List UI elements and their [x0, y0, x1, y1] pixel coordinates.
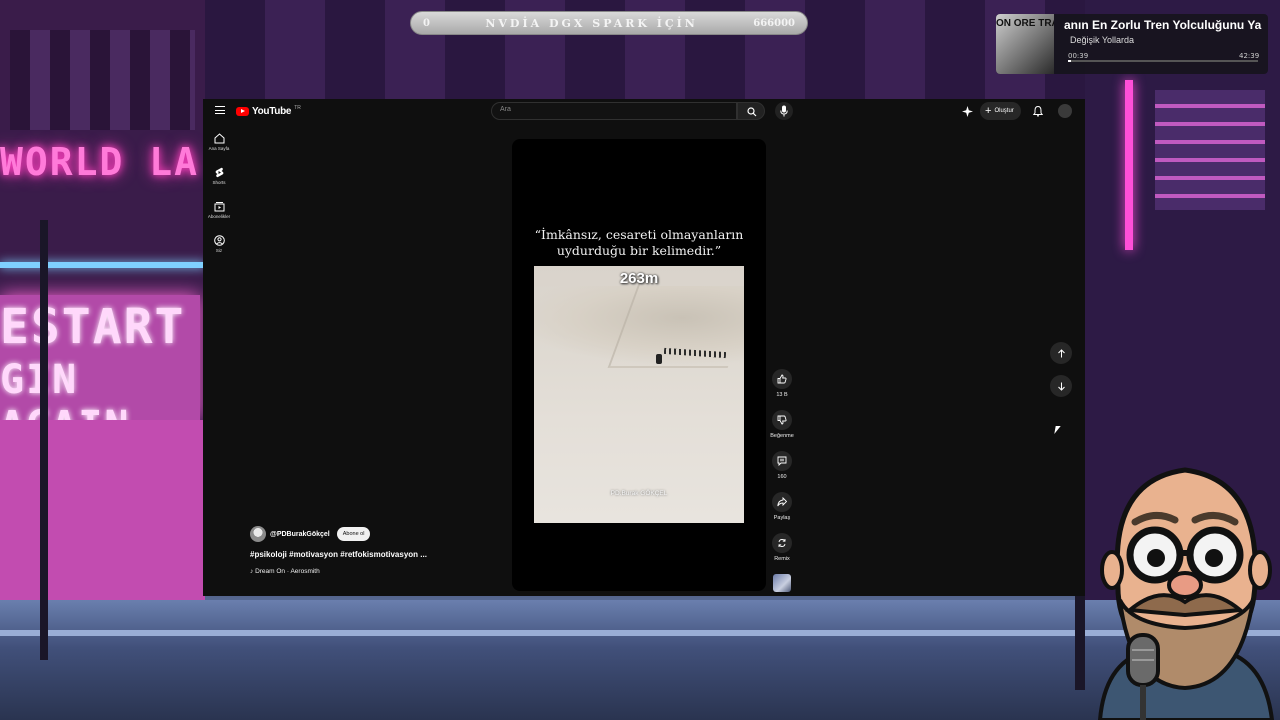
share-icon — [777, 497, 787, 507]
street-rail — [0, 630, 1280, 636]
song-title: anın En Zorlu Tren Yolculuğunu Ya — [1064, 18, 1262, 32]
progress-fill — [1068, 60, 1071, 62]
street-lamp — [40, 220, 48, 660]
audio-thumbnail-action[interactable] — [767, 574, 797, 592]
account-avatar[interactable] — [1058, 104, 1072, 118]
guide-sidebar: Ana Sayfa Shorts Abonelikler Siz — [203, 129, 235, 265]
remix-button[interactable] — [772, 533, 792, 553]
previous-short-button[interactable] — [1050, 342, 1072, 364]
streamer-avatar — [1097, 467, 1275, 720]
goal-title: NVDİA DGX SPARK İÇİN — [485, 16, 698, 30]
album-art: ON ORE TRA — [996, 14, 1054, 74]
ai-sparkle-icon[interactable] — [962, 106, 973, 117]
music-track: Dream On · Aerosmith — [255, 568, 320, 575]
album-art-text: ON ORE TRA — [996, 18, 1054, 29]
stream-goal-bar: 0 NVDİA DGX SPARK İÇİN 666000 — [410, 11, 808, 35]
share-action[interactable]: Paylaş — [767, 492, 797, 521]
guide-item-you[interactable]: Siz — [203, 231, 235, 265]
subscriptions-icon — [214, 202, 224, 212]
search-input[interactable]: Ara — [500, 106, 511, 113]
goal-current: 0 — [423, 17, 430, 29]
progress-bar — [1068, 60, 1258, 62]
street — [0, 600, 1280, 720]
masthead: YouTube TR Ara + Oluştur — [203, 99, 1085, 125]
ski-jump-clip: 263m PD.Burak GÖKÇEL — [534, 266, 744, 523]
share-button[interactable] — [772, 492, 792, 512]
building-windows — [10, 30, 195, 130]
mic-icon — [780, 105, 788, 117]
like-button[interactable] — [772, 369, 792, 389]
arrow-up-icon — [1057, 348, 1065, 357]
goal-target: 666000 — [753, 17, 795, 29]
voice-search-button[interactable] — [775, 102, 793, 120]
neon-stripe — [0, 262, 205, 268]
channel-row: @PDBurakGökçel Abone ol — [250, 526, 490, 542]
search-box[interactable]: Ara — [491, 102, 737, 120]
video-watermark: PD.Burak GÖKÇEL — [610, 490, 668, 497]
youtube-logo-icon — [236, 107, 249, 116]
search-button[interactable] — [737, 102, 765, 120]
guide-label-you: Siz — [215, 248, 223, 253]
video-quote-text: “İmkânsız, cesareti olmayanların uydurdu… — [534, 227, 744, 258]
audio-thumbnail[interactable] — [773, 574, 791, 592]
restart-sign-line1: ESTART — [0, 299, 186, 355]
comments-button[interactable] — [772, 451, 792, 471]
like-action[interactable]: 13 B — [767, 369, 797, 398]
channel-name[interactable]: @PDBurakGökçel — [270, 531, 330, 538]
comments-action[interactable]: 160 — [767, 451, 797, 480]
plus-icon: + — [985, 105, 992, 117]
building-windows-right — [1155, 90, 1265, 210]
storefront — [0, 420, 205, 600]
region-code: TR — [294, 104, 301, 111]
guide-label-shorts: Shorts — [212, 180, 226, 185]
remix-icon — [778, 539, 786, 547]
dislike-label: Beğenme — [770, 433, 794, 439]
create-button[interactable]: + Oluştur — [980, 102, 1021, 120]
create-label: Oluştur — [994, 108, 1014, 114]
music-info[interactable]: ♪ Dream On · Aerosmith — [250, 568, 490, 575]
thumbs-down-icon — [777, 415, 787, 425]
home-icon — [214, 133, 224, 144]
shorts-navigation — [1050, 342, 1072, 408]
dislike-action[interactable]: Beğenme — [767, 410, 797, 439]
neon-bar — [1125, 80, 1133, 250]
short-metadata: @PDBurakGökçel Abone ol #psikoloji #moti… — [250, 526, 490, 575]
guide-item-subscriptions[interactable]: Abonelikler — [203, 197, 235, 231]
arrow-down-icon — [1057, 382, 1065, 391]
restart-sign: ESTART GIN AGAIN — [0, 295, 200, 449]
shorts-icon — [215, 167, 223, 178]
thumbs-up-icon — [777, 374, 787, 384]
neon-sign-world: WORLD LA — [0, 140, 200, 184]
song-artist: Değişik Yollarda — [1070, 35, 1135, 45]
like-count: 13 B — [776, 392, 788, 398]
ski-jumper — [656, 354, 662, 364]
dislike-button[interactable] — [772, 410, 792, 430]
distance-overlay: 263m — [619, 270, 659, 287]
shorts-player[interactable]: “İmkânsız, cesareti olmayanların uydurdu… — [512, 139, 766, 591]
youtube-window: YouTube TR Ara + Oluştur Ana Sayfa Short… — [203, 99, 1085, 596]
share-label: Paylaş — [773, 515, 791, 521]
you-icon — [213, 235, 225, 246]
menu-icon[interactable] — [215, 106, 225, 114]
youtube-logo-text: YouTube — [252, 106, 292, 117]
total-time: 42:39 — [1239, 52, 1260, 60]
guide-item-home[interactable]: Ana Sayfa — [203, 129, 235, 163]
comment-icon — [777, 456, 787, 466]
short-title[interactable]: #psikoloji #motivasyon #retfokismotivasy… — [250, 550, 490, 559]
guide-label-subscriptions: Abonelikler — [207, 214, 231, 219]
elapsed-time: 00:39 — [1068, 52, 1089, 60]
now-playing-widget: ON ORE TRA anın En Zorlu Tren Yolculuğun… — [996, 14, 1268, 74]
guide-label-home: Ana Sayfa — [208, 146, 230, 151]
comment-count: 160 — [777, 474, 787, 480]
search-icon — [747, 107, 757, 117]
channel-avatar[interactable] — [250, 526, 266, 542]
remix-action[interactable]: Remix — [767, 533, 797, 562]
next-short-button[interactable] — [1050, 375, 1072, 397]
remix-label: Remix — [774, 556, 790, 562]
notifications-bell-icon[interactable] — [1033, 106, 1043, 117]
youtube-logo[interactable]: YouTube TR — [236, 104, 301, 117]
subscribe-button[interactable]: Abone ol — [336, 527, 371, 541]
guide-item-shorts[interactable]: Shorts — [203, 163, 235, 197]
